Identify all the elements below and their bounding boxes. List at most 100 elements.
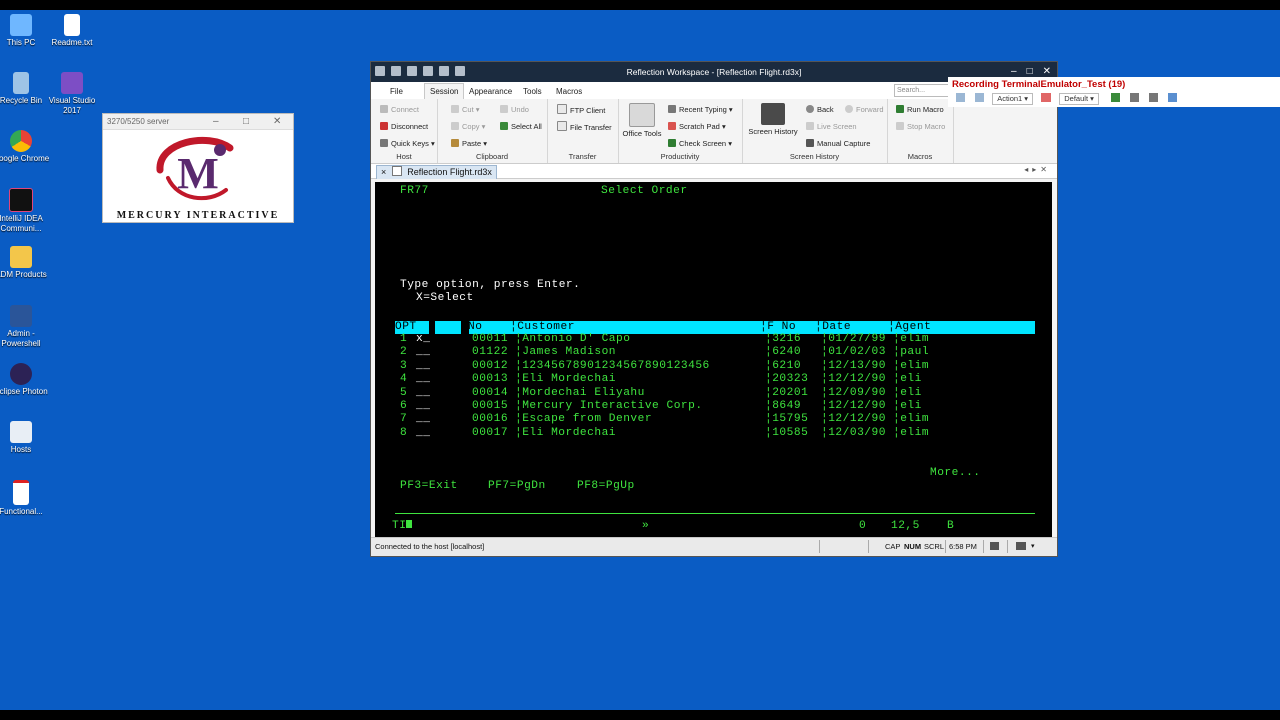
document-tab[interactable]: × Reflection Flight.rd3x [376,165,497,179]
forward-button[interactable]: Forward [845,104,884,116]
steps-icon[interactable] [1130,93,1140,102]
minimize-icon[interactable]: – [1011,66,1017,77]
window-title: Reflection Workspace - [Reflection Fligh… [626,67,802,77]
tab-session[interactable]: Session [424,83,465,100]
scratch-pad-button[interactable]: Scratch Pad ▾ [668,121,726,133]
copy-button[interactable]: Copy ▾ [451,121,485,133]
action-select[interactable]: Action1 ▾ [992,93,1034,105]
recording-title: Recording TerminalEmulator_Test (19) [952,79,1126,90]
row-cell-agent: ¦elim [893,333,930,345]
pause-icon[interactable] [975,93,985,102]
record-icon[interactable] [1041,93,1052,102]
tools-icon[interactable] [1149,93,1159,102]
desktop-icon-adm-products[interactable]: ADM Products [0,246,51,280]
ribbon-group-clipboard: Cut ▾ Copy ▾ Paste ▾ Undo Select All Cli… [437,99,548,163]
instruction-text: Type option, press Enter. [400,279,581,291]
desktop-icon-functional[interactable]: Functional... [0,480,51,517]
chevron-down-icon[interactable]: ▾ [1031,542,1035,550]
oia-cursor-col: 0 [859,520,867,532]
tab-scroll-controls[interactable]: ◂▸✕ [1024,165,1051,174]
desktop-icon-eclipse[interactable]: Eclipse Photon [0,363,51,397]
macros-group-label: Macros [907,152,933,161]
layout-icon[interactable] [990,542,999,550]
row-cell-opt[interactable]: __ [416,413,430,426]
live-screen-button[interactable]: Live Screen [806,121,857,133]
row-cell-fno: ¦20323 [765,373,809,386]
pf7-key[interactable]: PF7=PgDn [488,480,546,493]
pf3-key[interactable]: PF3=Exit [400,480,458,493]
object-spy-icon[interactable] [1168,93,1178,102]
disconnect-button[interactable]: Disconnect [380,121,428,133]
desktop-icon-powershell[interactable]: Admin - Powershell [0,305,51,349]
server-splash-window[interactable]: 3270/5250 server – □ ✕ M MERCURY INTERAC… [102,113,294,223]
cut-button[interactable]: Cut ▾ [451,104,480,116]
select-all-button[interactable]: Select All [500,121,542,133]
search-input[interactable]: Search... [894,84,956,97]
productivity-group-label: Productivity [660,152,700,161]
ftp-client-button[interactable]: FTP Client [557,104,605,116]
camera-icon [806,139,814,147]
row-cell-opt[interactable]: __ [416,360,430,373]
screen-id: FR77 [400,185,429,197]
splash-caption: 3270/5250 server – □ ✕ [103,114,293,130]
row-cell-num: 8 [400,426,408,439]
row-cell-opt[interactable]: __ [416,373,430,386]
check-screen-button[interactable]: Check Screen ▾ [668,138,732,150]
quick-keys-button[interactable]: Quick Keys ▾ [380,138,435,150]
office-tools-button[interactable]: Office Tools [620,103,664,138]
row-cell-customer: ¦Eli Mordechai [515,373,616,386]
stop-icon[interactable] [956,93,965,102]
profile-select[interactable]: Default ▾ [1059,93,1099,105]
row-cell-fno: ¦6240 [765,346,802,359]
minimize-icon[interactable]: – [213,114,219,129]
row-cell-no: 00013 [472,373,509,386]
tab-tools[interactable]: Tools [518,85,547,99]
row-cell-agent: ¦elim [893,426,930,439]
undo-button[interactable]: Undo [500,104,529,116]
manual-capture-button[interactable]: Manual Capture [806,138,870,150]
row-cell-agent: ¦eli [893,373,922,386]
chrome-icon [10,130,32,152]
file-transfer-button[interactable]: File Transfer [557,121,612,133]
screen-history-button[interactable]: Screen History [748,103,798,136]
tab-appearance[interactable]: Appearance [464,85,517,99]
desktop-icon-chrome[interactable]: Google Chrome [0,130,51,164]
row-cell-customer: ¦12345678901234567890123456 [515,359,710,372]
recent-typing-button[interactable]: Recent Typing ▾ [668,104,733,116]
desktop-icon-visual-studio[interactable]: Visual Studio 2017 [42,72,102,116]
maximize-icon[interactable]: □ [243,114,249,129]
back-button[interactable]: Back [806,104,834,116]
desktop-icon-intellij[interactable]: IntelliJ IDEA Communi... [0,188,51,234]
row-cell-opt[interactable]: __ [416,346,430,359]
stop-macro-button[interactable]: Stop Macro [896,121,945,133]
desktop-icon-readme[interactable]: Readme.txt [42,14,102,48]
run-macro-button[interactable]: Run Macro [896,104,944,116]
paste-button[interactable]: Paste ▾ [451,138,487,150]
connect-button[interactable]: Connect [380,104,419,116]
network-icon[interactable] [1016,542,1026,550]
recent-typing-icon [668,105,676,113]
tab-file[interactable]: File [385,85,408,99]
row-cell-opt[interactable]: x_ [416,333,430,346]
reflection-window[interactable]: Reflection Workspace - [Reflection Fligh… [371,62,1057,556]
row-cell-opt[interactable]: __ [416,400,430,413]
row-cell-opt[interactable]: __ [416,427,430,440]
tab-close-icon[interactable]: × [381,167,386,177]
checkpoint-icon[interactable] [1110,93,1120,102]
row-cell-opt[interactable]: __ [416,387,430,400]
tab-macros[interactable]: Macros [551,85,587,99]
terminal-screen[interactable]: FR77 Select Order Type option, press Ent… [375,182,1052,537]
row-cell-agent: ¦elim [893,413,930,426]
maximize-icon[interactable]: □ [1027,66,1033,77]
undo-icon [500,105,508,113]
row-cell-fno: ¦15795 [765,413,809,426]
run-macro-icon [896,105,904,113]
recording-toolbar: Recording TerminalEmulator_Test (19) Act… [948,77,1280,107]
desktop-icon-hosts[interactable]: Hosts [0,421,51,455]
row-cell-fno: ¦8649 [765,400,802,412]
close-icon[interactable]: ✕ [273,114,281,129]
close-icon[interactable]: ✕ [1043,66,1051,77]
row-cell-num: 6 [400,400,408,412]
office-tools-icon [629,103,655,127]
pf8-key[interactable]: PF8=PgUp [577,480,635,493]
